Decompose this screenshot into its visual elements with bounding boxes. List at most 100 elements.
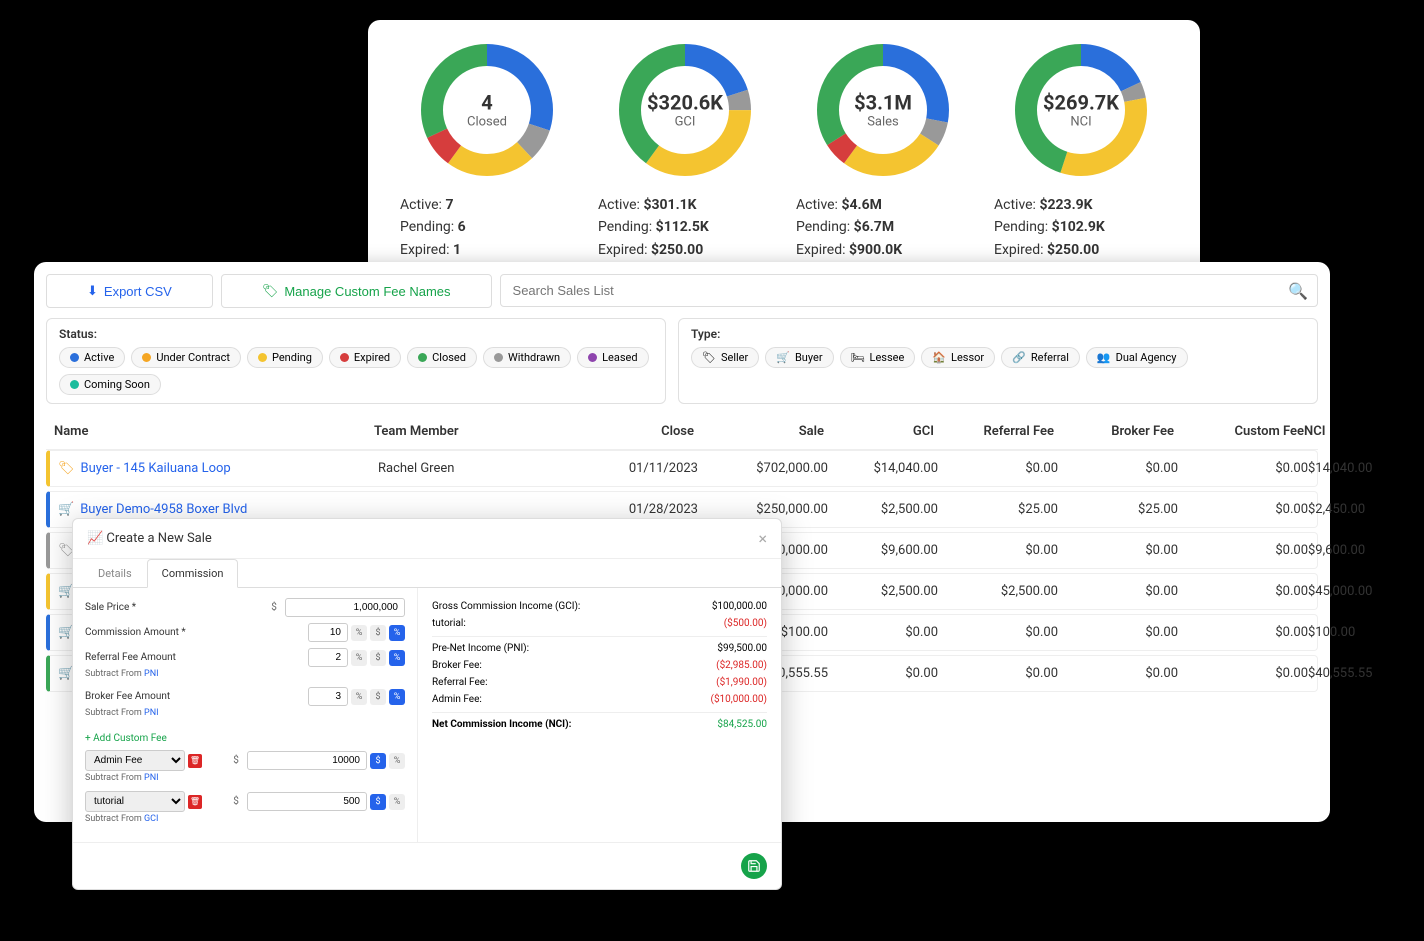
- sale-link[interactable]: 🏷Buyer - 145 Kailuana Loop: [58, 461, 231, 476]
- donut-stats: Active: $4.6MPending: $6.7MExpired: $900…: [788, 194, 978, 261]
- percent-unit: %: [351, 625, 367, 641]
- type-pill-buyer[interactable]: 🛒Buyer: [765, 347, 833, 368]
- status-pill-pending[interactable]: Pending: [247, 347, 323, 368]
- broker-input[interactable]: [308, 687, 348, 706]
- manage-label: Manage Custom Fee Names: [284, 284, 450, 299]
- type-filter-group: Type: 🏷Seller🛒Buyer🛏Lessee🏠Lessor🔗Referr…: [678, 318, 1318, 404]
- type-pill-seller[interactable]: 🏷Seller: [691, 347, 759, 368]
- status-pill-leased[interactable]: Leased: [577, 347, 648, 368]
- commission-input[interactable]: [308, 623, 348, 642]
- column-header[interactable]: Name: [54, 424, 374, 439]
- status-pill-withdrawn[interactable]: Withdrawn: [483, 347, 571, 368]
- column-header[interactable]: Custom Fee: [1174, 424, 1304, 439]
- chart-icon: 📈: [87, 531, 103, 546]
- cell-gci: $2,500.00: [828, 584, 938, 599]
- status-dot-icon: [70, 380, 79, 389]
- cell-broker: $25.00: [1058, 502, 1178, 517]
- status-pill-coming-soon[interactable]: Coming Soon: [59, 374, 161, 395]
- percent-unit: %: [351, 689, 367, 705]
- download-icon: ⬇: [87, 283, 98, 299]
- calc-referral-label: Referral Fee:: [432, 677, 488, 688]
- cell-referral: $0.00: [938, 461, 1058, 476]
- delete-fee2-button[interactable]: 🗑: [188, 795, 202, 809]
- cell-custom: $0.00: [1178, 502, 1308, 517]
- cell-referral: $25.00: [938, 502, 1058, 517]
- column-header[interactable]: Referral Fee: [934, 424, 1054, 439]
- referral-input[interactable]: [308, 648, 348, 667]
- calc-admin-label: Admin Fee:: [432, 694, 482, 705]
- column-header[interactable]: Team Member: [374, 424, 574, 439]
- fee1-value-input[interactable]: [247, 751, 367, 770]
- status-dot-icon: [494, 353, 503, 362]
- type-pill-lessor[interactable]: 🏠Lessor: [921, 347, 995, 368]
- cell-custom: $0.00: [1178, 625, 1308, 640]
- column-header[interactable]: Sale: [694, 424, 824, 439]
- broker-subtract: Subtract From PNI: [85, 708, 405, 718]
- status-pill-closed[interactable]: Closed: [407, 347, 477, 368]
- sale-price-input[interactable]: [285, 598, 405, 617]
- cell-nci: $45,000.00: [1308, 584, 1372, 599]
- save-icon: [747, 859, 761, 873]
- status-filter-group: Status: ActiveUnder ContractPendingExpir…: [46, 318, 666, 404]
- search-input[interactable]: [500, 274, 1318, 307]
- dollar-toggle[interactable]: $: [370, 753, 386, 769]
- stat-row: Pending: 6: [400, 216, 582, 238]
- percent-toggle[interactable]: %: [389, 625, 405, 641]
- fee2-subtract: Subtract From GCI: [85, 814, 405, 824]
- table-row[interactable]: 🏷Buyer - 145 Kailuana Loop Rachel Green …: [46, 450, 1318, 487]
- donut-label: Sales: [854, 115, 912, 130]
- status-dot-icon: [340, 353, 349, 362]
- column-header[interactable]: NCI: [1304, 424, 1325, 439]
- manage-fees-button[interactable]: 🏷 Manage Custom Fee Names: [221, 274, 492, 308]
- donut-label: NCI: [1043, 115, 1119, 130]
- pni-link[interactable]: PNI: [144, 773, 159, 783]
- cell-broker: $0.00: [1058, 666, 1178, 681]
- pni-link[interactable]: PNI: [144, 669, 159, 679]
- currency-symbol: $: [266, 602, 282, 613]
- fee1-select[interactable]: Admin Fee: [85, 750, 185, 771]
- column-header[interactable]: GCI: [824, 424, 934, 439]
- column-header[interactable]: Broker Fee: [1054, 424, 1174, 439]
- close-icon[interactable]: ×: [758, 529, 767, 548]
- export-csv-button[interactable]: ⬇ Export CSV: [46, 274, 213, 308]
- fee2-value-input[interactable]: [247, 792, 367, 811]
- status-pill-expired[interactable]: Expired: [329, 347, 401, 368]
- pni-link[interactable]: PNI: [144, 708, 159, 718]
- tags-icon: 🏷: [262, 283, 279, 299]
- fee2-select[interactable]: tutorial: [85, 791, 185, 812]
- metrics-panel: 4Closed Active: 7Pending: 6Expired: 1 $3…: [368, 20, 1200, 280]
- calc-tutorial-label: tutorial:: [432, 618, 466, 629]
- status-pill-under-contract[interactable]: Under Contract: [131, 347, 241, 368]
- tab-commission[interactable]: Commission: [147, 559, 239, 588]
- status-pill-active[interactable]: Active: [59, 347, 125, 368]
- percent-toggle[interactable]: %: [389, 650, 405, 666]
- status-dot-icon: [142, 353, 151, 362]
- cell-nci: $14,040.00: [1308, 461, 1372, 476]
- sale-link[interactable]: 🛒Buyer Demo-4958 Boxer Blvd: [58, 502, 247, 517]
- cell-close: 01/11/2023: [578, 461, 698, 476]
- calc-nci-val: $84,525.00: [717, 719, 767, 730]
- type-pill-referral[interactable]: 🔗Referral: [1001, 347, 1080, 368]
- dollar-toggle[interactable]: $: [370, 625, 386, 641]
- type-pill-dual-agency[interactable]: 👥Dual Agency: [1086, 347, 1188, 368]
- type-pill-lessee[interactable]: 🛏Lessee: [840, 347, 916, 368]
- gci-link[interactable]: GCI: [144, 814, 158, 824]
- save-button[interactable]: [741, 853, 767, 879]
- broker-label: Broker Fee Amount: [85, 691, 170, 702]
- stat-row: Pending: $112.5K: [598, 216, 780, 238]
- donut-chart: 4Closed: [417, 40, 557, 180]
- dollar-toggle[interactable]: $: [370, 794, 386, 810]
- percent-toggle[interactable]: %: [389, 753, 405, 769]
- cell-referral: $0.00: [938, 625, 1058, 640]
- tab-details[interactable]: Details: [83, 559, 147, 588]
- cell-broker: $0.00: [1058, 461, 1178, 476]
- cell-referral: $2,500.00: [938, 584, 1058, 599]
- column-header[interactable]: Close: [574, 424, 694, 439]
- percent-toggle[interactable]: %: [389, 689, 405, 705]
- percent-toggle[interactable]: %: [389, 794, 405, 810]
- delete-fee1-button[interactable]: 🗑: [188, 754, 202, 768]
- dollar-toggle[interactable]: $: [370, 650, 386, 666]
- add-custom-fee-link[interactable]: + Add Custom Fee: [85, 733, 167, 744]
- users-icon: 👥: [1097, 351, 1111, 364]
- dollar-toggle[interactable]: $: [370, 689, 386, 705]
